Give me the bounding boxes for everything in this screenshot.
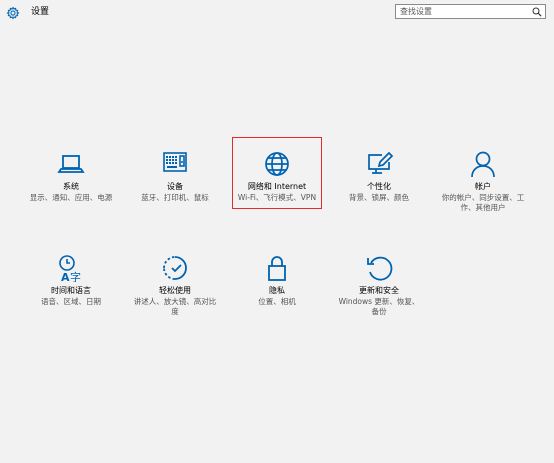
search-icon[interactable]	[532, 7, 542, 17]
tile-personalization[interactable]: 个性化 背景、锁屏、颜色	[334, 150, 424, 203]
tile-description: 位置、相机	[258, 297, 296, 306]
tile-description: Windows 更新、恢复、备份	[338, 297, 420, 316]
laptop-icon	[57, 155, 85, 173]
tile-label: 系统	[63, 182, 79, 191]
tile-accounts[interactable]: 帐户 你的帐户、同步设置、工作、其他用户	[438, 150, 528, 213]
tile-network-internet[interactable]: 网络和 Internet Wi-Fi、飞行模式、VPN	[232, 150, 322, 203]
tile-label: 帐户	[475, 182, 491, 191]
search-input[interactable]	[396, 5, 526, 18]
tile-description: 背景、锁屏、颜色	[349, 193, 409, 202]
monitor-pen-icon	[368, 151, 394, 174]
globe-icon	[265, 152, 289, 176]
tile-label: 网络和 Internet	[247, 182, 307, 191]
tile-privacy[interactable]: 隐私 位置、相机	[232, 254, 322, 307]
tile-devices[interactable]: 设备 蓝牙、打印机、鼠标	[130, 150, 220, 203]
svg-text:字: 字	[70, 270, 81, 282]
tile-description: 显示、通知、应用、电源	[29, 193, 113, 202]
tile-label: 轻松使用	[159, 286, 191, 295]
tile-description: Wi-Fi、飞行模式、VPN	[237, 193, 317, 202]
tile-label: 时间和语言	[51, 286, 91, 295]
refresh-icon	[367, 256, 393, 281]
tile-label: 个性化	[367, 182, 391, 191]
tile-description: 你的帐户、同步设置、工作、其他用户	[441, 193, 525, 212]
title-bar: 设置	[0, 0, 554, 28]
time-language-icon: A 字	[59, 255, 81, 282]
keyboard-printer-icon	[163, 152, 187, 172]
tile-time-language[interactable]: A 字 时间和语言 语音、区域、日期	[26, 254, 116, 307]
lock-icon	[268, 256, 286, 281]
tile-description: 讲述人、放大镜、高对比度	[133, 297, 217, 316]
tile-description: 语音、区域、日期	[41, 297, 101, 306]
svg-text:A: A	[61, 271, 70, 282]
app-title: 设置	[31, 7, 50, 17]
tile-label: 更新和安全	[359, 286, 399, 295]
tile-update-security[interactable]: 更新和安全 Windows 更新、恢复、备份	[334, 254, 424, 317]
search-box[interactable]	[395, 4, 546, 19]
person-icon	[471, 151, 495, 178]
gear-icon	[6, 6, 20, 20]
tile-system[interactable]: 系统 显示、通知、应用、电源	[26, 150, 116, 203]
tile-label: 设备	[167, 182, 183, 191]
tile-ease-of-access[interactable]: 轻松使用 讲述人、放大镜、高对比度	[130, 254, 220, 317]
ease-of-access-icon	[163, 256, 187, 280]
tile-description: 蓝牙、打印机、鼠标	[141, 193, 209, 202]
tile-label: 隐私	[269, 286, 285, 295]
